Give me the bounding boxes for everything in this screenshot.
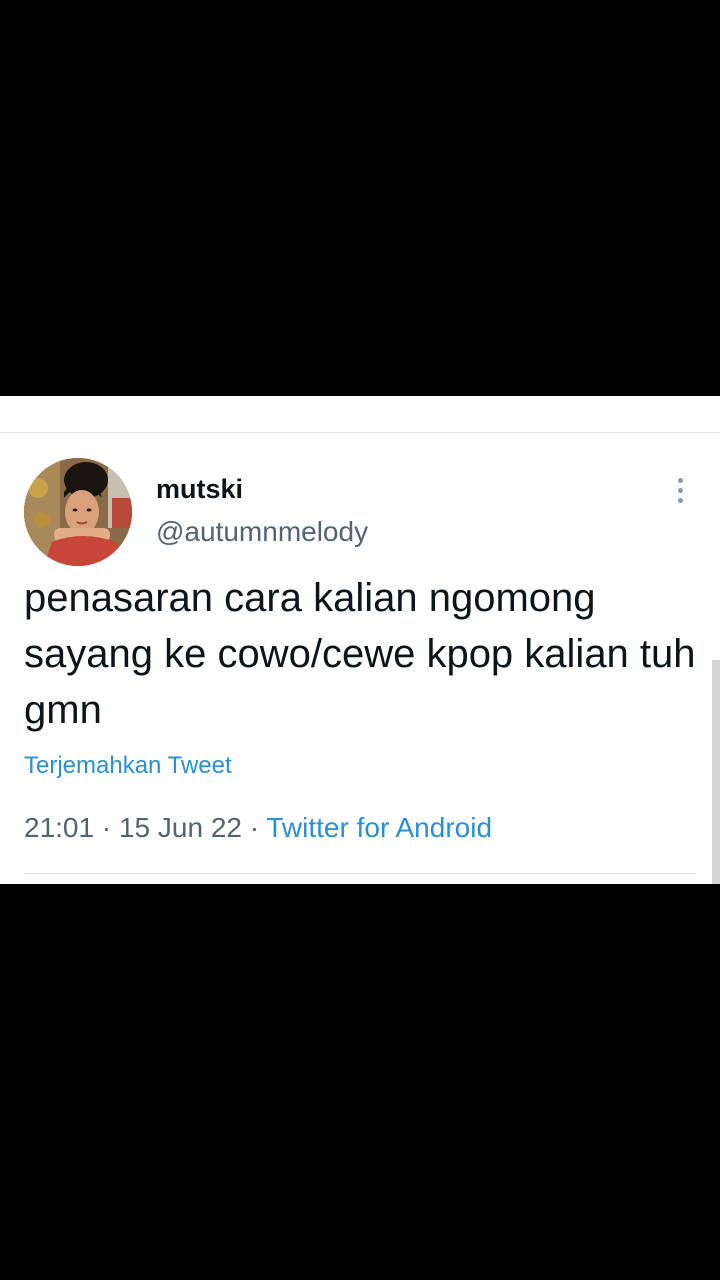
tweet-date[interactable]: 15 Jun 22: [119, 812, 242, 843]
meta-separator: ·: [101, 812, 112, 843]
user-handle[interactable]: @autumnmelody: [156, 516, 368, 548]
divider: [0, 432, 720, 433]
tweet-card: mutski @autumnmelody penasaran cara kali…: [0, 396, 720, 884]
letterbox-bottom: [0, 884, 720, 1280]
avatar-photo: [24, 458, 132, 566]
translate-tweet-link[interactable]: Terjemahkan Tweet: [24, 752, 232, 780]
display-name[interactable]: mutski: [156, 474, 243, 505]
tweet-time[interactable]: 21:01: [24, 812, 94, 843]
scrollbar[interactable]: [712, 660, 720, 884]
avatar[interactable]: [24, 458, 132, 566]
more-vertical-icon: [677, 477, 683, 483]
more-dot: [677, 487, 683, 493]
tweet-text: penasaran cara kalian ngomong sayang ke …: [24, 576, 696, 732]
tweet-meta: 21:01 · 15 Jun 22 · Twitter for Android: [24, 812, 492, 844]
more-options-button[interactable]: [664, 472, 696, 508]
letterbox-top: [0, 0, 720, 396]
more-dot: [677, 497, 683, 503]
divider: [24, 873, 696, 874]
meta-separator: ·: [249, 812, 260, 843]
tweet-source-link[interactable]: Twitter for Android: [266, 812, 492, 843]
